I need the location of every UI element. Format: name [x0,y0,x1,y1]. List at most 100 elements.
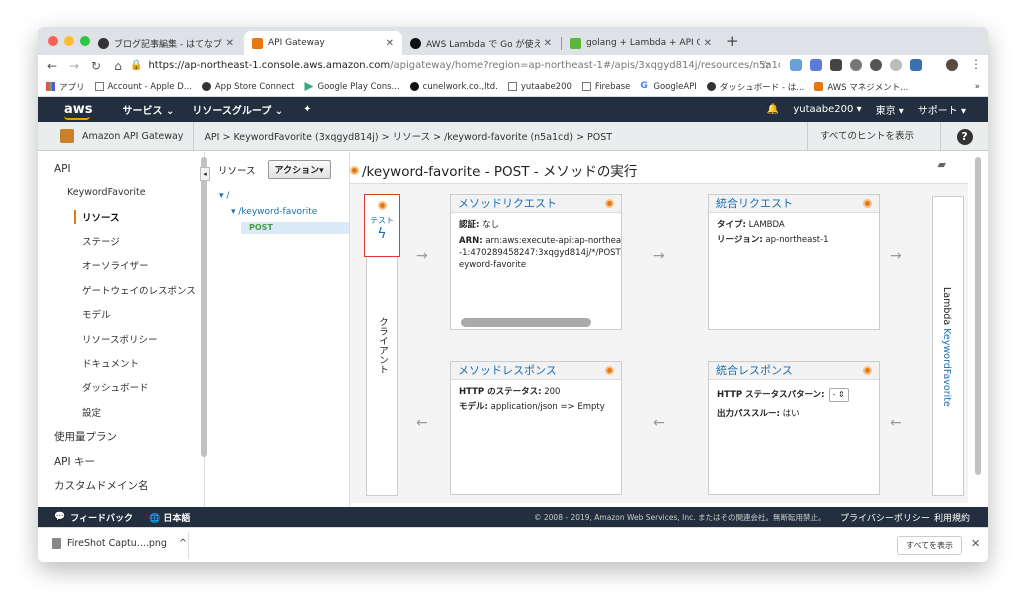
show-all-hints-button[interactable]: すべてのヒントを表示 [807,122,926,151]
status-dot-icon [863,366,872,375]
documentation-icon[interactable]: ▰ [938,158,946,171]
bookmark-apps[interactable]: アプリ [46,81,85,93]
breadcrumb[interactable]: API > KeywordFavorite (3xqgyd814j) > リソー… [204,129,612,143]
extension-icon[interactable] [910,59,922,71]
home-icon[interactable]: ⌂ [110,59,126,73]
tab-api-gateway[interactable]: API Gateway ✕ [244,31,402,55]
sidebar-item-documentation[interactable]: ドキュメント [82,356,139,370]
help-button[interactable]: ? [940,122,988,151]
bookmark-item[interactable]: Google Play Cons... [304,82,400,92]
bookmark-item[interactable]: Account - Apple D... [94,82,192,92]
minimize-window-button[interactable] [64,36,74,46]
chevron-up-icon[interactable]: ^ [179,538,187,549]
card-scrollbar[interactable] [461,318,591,327]
close-icon[interactable]: ✕ [971,537,980,550]
bookmark-item[interactable]: Firebase [581,82,630,92]
sidebar-item-dashboard[interactable]: ダッシュボード [82,380,149,394]
page-icon [581,82,591,91]
download-item[interactable]: FireShot Captu....png ^ [52,538,187,549]
forward-icon[interactable]: → [66,59,82,73]
collapse-sidebar-button[interactable]: ◂ [200,167,210,181]
close-tab-icon[interactable]: ✕ [226,38,234,49]
profile-avatar[interactable] [946,59,958,71]
extension-icon[interactable] [790,59,802,71]
bookmark-item[interactable]: App Store Connect [201,82,294,92]
extension-icon[interactable] [830,59,842,71]
sidebar-item-models[interactable]: モデル [82,307,111,321]
bookmark-item[interactable]: G GoogleAPI [640,82,696,92]
method-response-title[interactable]: メソッドレスポンス [451,362,621,380]
services-menu[interactable]: サービス ⌄ [123,102,175,117]
tab-hatena[interactable]: ブログ記事編集 - はてなブログ ✕ [90,31,242,55]
bookmarks-more-icon[interactable]: » [975,82,980,92]
actions-button[interactable]: アクション▾ [267,160,331,179]
sidebar-api-name[interactable]: KeywordFavorite [67,187,146,198]
show-all-downloads-button[interactable]: すべてを表示 [897,536,962,555]
reload-icon[interactable]: ↻ [88,59,104,73]
sidebar-custom-domains[interactable]: カスタムドメイン名 [54,478,149,493]
support-menu[interactable]: サポート ▾ [918,102,966,117]
bookmark-item[interactable]: ダッシュボード - は... [706,81,804,93]
bookmark-item[interactable]: yutaabe200 [507,82,572,92]
integration-request-title[interactable]: 統合リクエスト [709,195,879,213]
privacy-link[interactable]: プライバシーポリシー [840,511,930,524]
integration-response-card: 統合レスポンス HTTP ステータスパターン: - ⇕ 出力パススルー: はい [708,361,880,495]
window-controls [48,36,90,46]
extension-icon[interactable] [810,59,822,71]
close-tab-icon[interactable]: ✕ [544,38,552,49]
sidebar-api[interactable]: API [54,163,71,175]
status-pattern-select[interactable]: - ⇕ [828,388,849,402]
close-tab-icon[interactable]: ✕ [704,38,712,49]
main-scrollbar[interactable] [975,157,981,475]
close-window-button[interactable] [48,36,58,46]
sidebar-api-keys[interactable]: API キー [54,454,95,469]
sidebar-scrollbar[interactable] [201,157,207,457]
test-button[interactable]: テスト ϟ [364,194,400,257]
sidebar-item-resources[interactable]: リソース [74,210,120,224]
status-dot-icon [350,165,359,175]
sidebar-item-authorizers[interactable]: オーソライザー [82,258,149,272]
browser-menu-icon[interactable]: ⋮ [970,57,982,71]
bookmark-item[interactable]: AWS マネジメント... [814,81,908,93]
sidebar-usage-plans[interactable]: 使用量プラン [54,429,117,444]
aws-logo[interactable]: aws [64,103,93,120]
page-title: /keyword-favorite - POST - メソッドの実行 [350,160,637,180]
extensions [790,59,922,71]
tree-root[interactable]: ▾ / [219,191,229,201]
maximize-window-button[interactable] [80,36,90,46]
tab-golang-lambda[interactable]: golang + Lambda + API Gatew ✕ [562,31,720,55]
resource-groups-menu[interactable]: リソースグループ ⌄ [192,102,283,117]
extension-icon[interactable] [850,59,862,71]
lightning-icon: ϟ [377,226,387,242]
lock-icon: 🔒 [130,60,143,71]
bookmark-star-icon[interactable]: ☆ [760,58,771,72]
tree-keyword-favorite[interactable]: ▾ /keyword-favorite [231,207,317,217]
tab-aws-lambda-go[interactable]: AWS Lambda で Go が使えるよ ✕ [402,31,560,55]
bookmark-item[interactable]: cunelwork.co.,ltd. [409,82,498,92]
feedback-link[interactable]: 💬 フィードバック [54,511,133,524]
language-link[interactable]: 🌐 日本語 [149,511,190,524]
extension-icon[interactable] [890,59,902,71]
new-tab-button[interactable]: + [726,32,739,50]
method-request-title[interactable]: メソッドリクエスト [451,195,621,213]
sidebar-item-settings[interactable]: 設定 [82,405,101,419]
integration-response-title[interactable]: 統合レスポンス [709,362,879,380]
pin-icon[interactable]: ✦ [303,104,311,115]
arrow-left-icon: ← [653,415,665,431]
address-bar[interactable]: 🔒 https://ap-northeast-1.console.aws.amaz… [130,56,780,75]
status-dot-icon [605,199,614,208]
tree-method-post[interactable]: POST [241,222,349,234]
bell-icon[interactable]: 🔔 [767,104,779,115]
sidebar-item-gateway-responses[interactable]: ゲートウェイのレスポンス [82,283,196,297]
terms-link[interactable]: 利用規約 [934,511,970,524]
service-name[interactable]: Amazon API Gateway [82,131,183,142]
sidebar-item-stages[interactable]: ステージ [82,234,120,248]
close-tab-icon[interactable]: ✕ [386,38,394,49]
extension-icon[interactable] [870,59,882,71]
back-icon[interactable]: ← [44,59,60,73]
lambda-function-link[interactable]: KeywordFavorite [941,328,952,407]
account-menu[interactable]: yutaabe200 ▾ [793,104,861,115]
green-icon [570,37,581,49]
sidebar-item-resource-policy[interactable]: リソースポリシー [82,332,158,346]
region-menu[interactable]: 東京 ▾ [876,102,904,117]
